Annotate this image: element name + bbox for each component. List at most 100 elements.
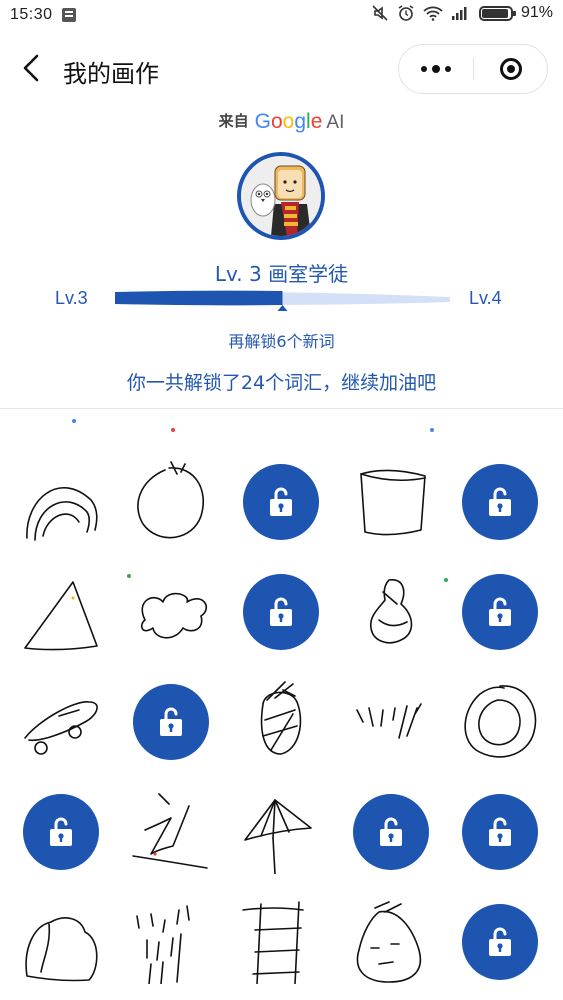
rain-doodle — [136, 905, 190, 984]
lock-badge — [353, 794, 429, 870]
dot-icon — [432, 65, 440, 73]
rainbow-doodle — [26, 487, 98, 541]
unlocked-total-text: 你一共解锁了24个词汇，继续加油吧 — [126, 372, 437, 394]
toast-character-icon — [241, 156, 321, 236]
lock-badge — [462, 464, 538, 540]
locked-word-button[interactable] — [239, 460, 323, 544]
locked-word-button[interactable] — [239, 570, 323, 654]
lock-badge — [462, 574, 538, 650]
confetti-dot — [171, 428, 175, 432]
avatar[interactable] — [237, 152, 325, 240]
drawing-item[interactable] — [458, 680, 542, 764]
nav-bar: 我的画作 — [0, 38, 563, 100]
lock-icon — [489, 817, 511, 846]
locked-word-button[interactable] — [349, 790, 433, 874]
remaining-words-text: 再解锁6个新词 — [228, 332, 335, 351]
locked-word-button[interactable] — [458, 900, 542, 984]
drawing-item[interactable] — [129, 570, 213, 654]
face-doodle — [356, 901, 422, 983]
drawing-item[interactable] — [19, 570, 103, 654]
drawing-item[interactable] — [239, 790, 323, 874]
source-line: 来自 Google AI — [0, 110, 563, 134]
mini-program-capsule — [398, 44, 548, 94]
locked-word-button[interactable] — [458, 790, 542, 874]
chevron-left-icon — [23, 54, 39, 82]
lock-icon — [50, 817, 72, 846]
drawing-item[interactable] — [19, 900, 103, 984]
skateboard-doodle — [24, 701, 98, 755]
confetti-dot — [430, 428, 434, 432]
target-icon — [500, 58, 522, 80]
lock-icon — [270, 487, 292, 516]
locked-word-button[interactable] — [19, 790, 103, 874]
drawing-item[interactable] — [349, 900, 433, 984]
google-logo-letter: G — [254, 110, 271, 133]
locked-word-button[interactable] — [129, 680, 213, 764]
wifi-icon — [423, 6, 443, 21]
close-miniprogram-button[interactable] — [475, 45, 547, 93]
signal-icon — [451, 7, 467, 20]
zigzag-doodle — [132, 793, 208, 869]
google-logo-letter: o — [282, 110, 295, 133]
drawing-item[interactable] — [19, 680, 103, 764]
status-time: 15:30 — [10, 6, 53, 23]
ring-doodle — [464, 685, 537, 758]
lock-icon — [270, 597, 292, 626]
drawing-item[interactable] — [349, 570, 433, 654]
battery-percent: 91% — [520, 4, 553, 21]
lock-badge — [23, 794, 99, 870]
square-doodle — [360, 469, 426, 536]
lock-badge — [462, 794, 538, 870]
battery-icon — [478, 5, 516, 21]
drawing-item[interactable] — [349, 680, 433, 764]
next-level: Lv.4 — [469, 288, 502, 308]
circle-doodle — [137, 461, 205, 539]
page-title: 我的画作 — [63, 60, 159, 88]
mute-icon — [372, 5, 388, 21]
pineapple-doodle — [260, 681, 302, 755]
lock-icon — [489, 487, 511, 516]
notification-app-icon — [62, 8, 76, 22]
cloud-doodle — [140, 592, 207, 639]
google-logo-letter: g — [294, 110, 307, 133]
confetti-dot — [72, 419, 76, 423]
bread-doodle — [25, 917, 98, 982]
google-logo: Google — [254, 110, 323, 133]
drawing-item[interactable] — [129, 900, 213, 984]
locked-word-button[interactable] — [458, 570, 542, 654]
status-icons: 91% — [371, 4, 553, 22]
lock-badge — [243, 574, 319, 650]
drawing-item[interactable] — [129, 460, 213, 544]
back-button[interactable] — [16, 50, 48, 86]
dot-icon — [421, 66, 427, 72]
current-level: Lv.3 — [55, 288, 88, 308]
drawing-item[interactable] — [349, 460, 433, 544]
dot-icon — [445, 66, 451, 72]
locked-word-button[interactable] — [458, 460, 542, 544]
level-progress-bar — [115, 290, 450, 311]
ladder-doodle — [242, 901, 304, 984]
drawing-item[interactable] — [239, 900, 323, 984]
lock-icon — [160, 707, 182, 736]
section-divider — [0, 408, 563, 409]
drawing-item[interactable] — [129, 790, 213, 874]
drawing-item[interactable] — [19, 460, 103, 544]
ai-label: AI — [326, 112, 345, 133]
from-label: 来自 — [218, 112, 249, 130]
capsule-divider — [473, 58, 474, 80]
lock-icon — [380, 817, 402, 846]
google-logo-letter: o — [270, 110, 283, 133]
drawing-item[interactable] — [239, 680, 323, 764]
google-logo-letter: e — [310, 110, 323, 133]
more-button[interactable] — [399, 45, 473, 93]
lock-badge — [462, 904, 538, 980]
status-bar: 15:30 91% — [0, 0, 563, 32]
lock-icon — [489, 927, 511, 956]
triangle-doodle — [24, 581, 98, 651]
vase-doodle — [369, 579, 413, 644]
alarm-icon — [398, 5, 414, 21]
lock-icon — [489, 597, 511, 626]
umbrella-doodle — [244, 799, 312, 874]
lock-badge — [133, 684, 209, 760]
confetti-dot — [444, 578, 448, 582]
